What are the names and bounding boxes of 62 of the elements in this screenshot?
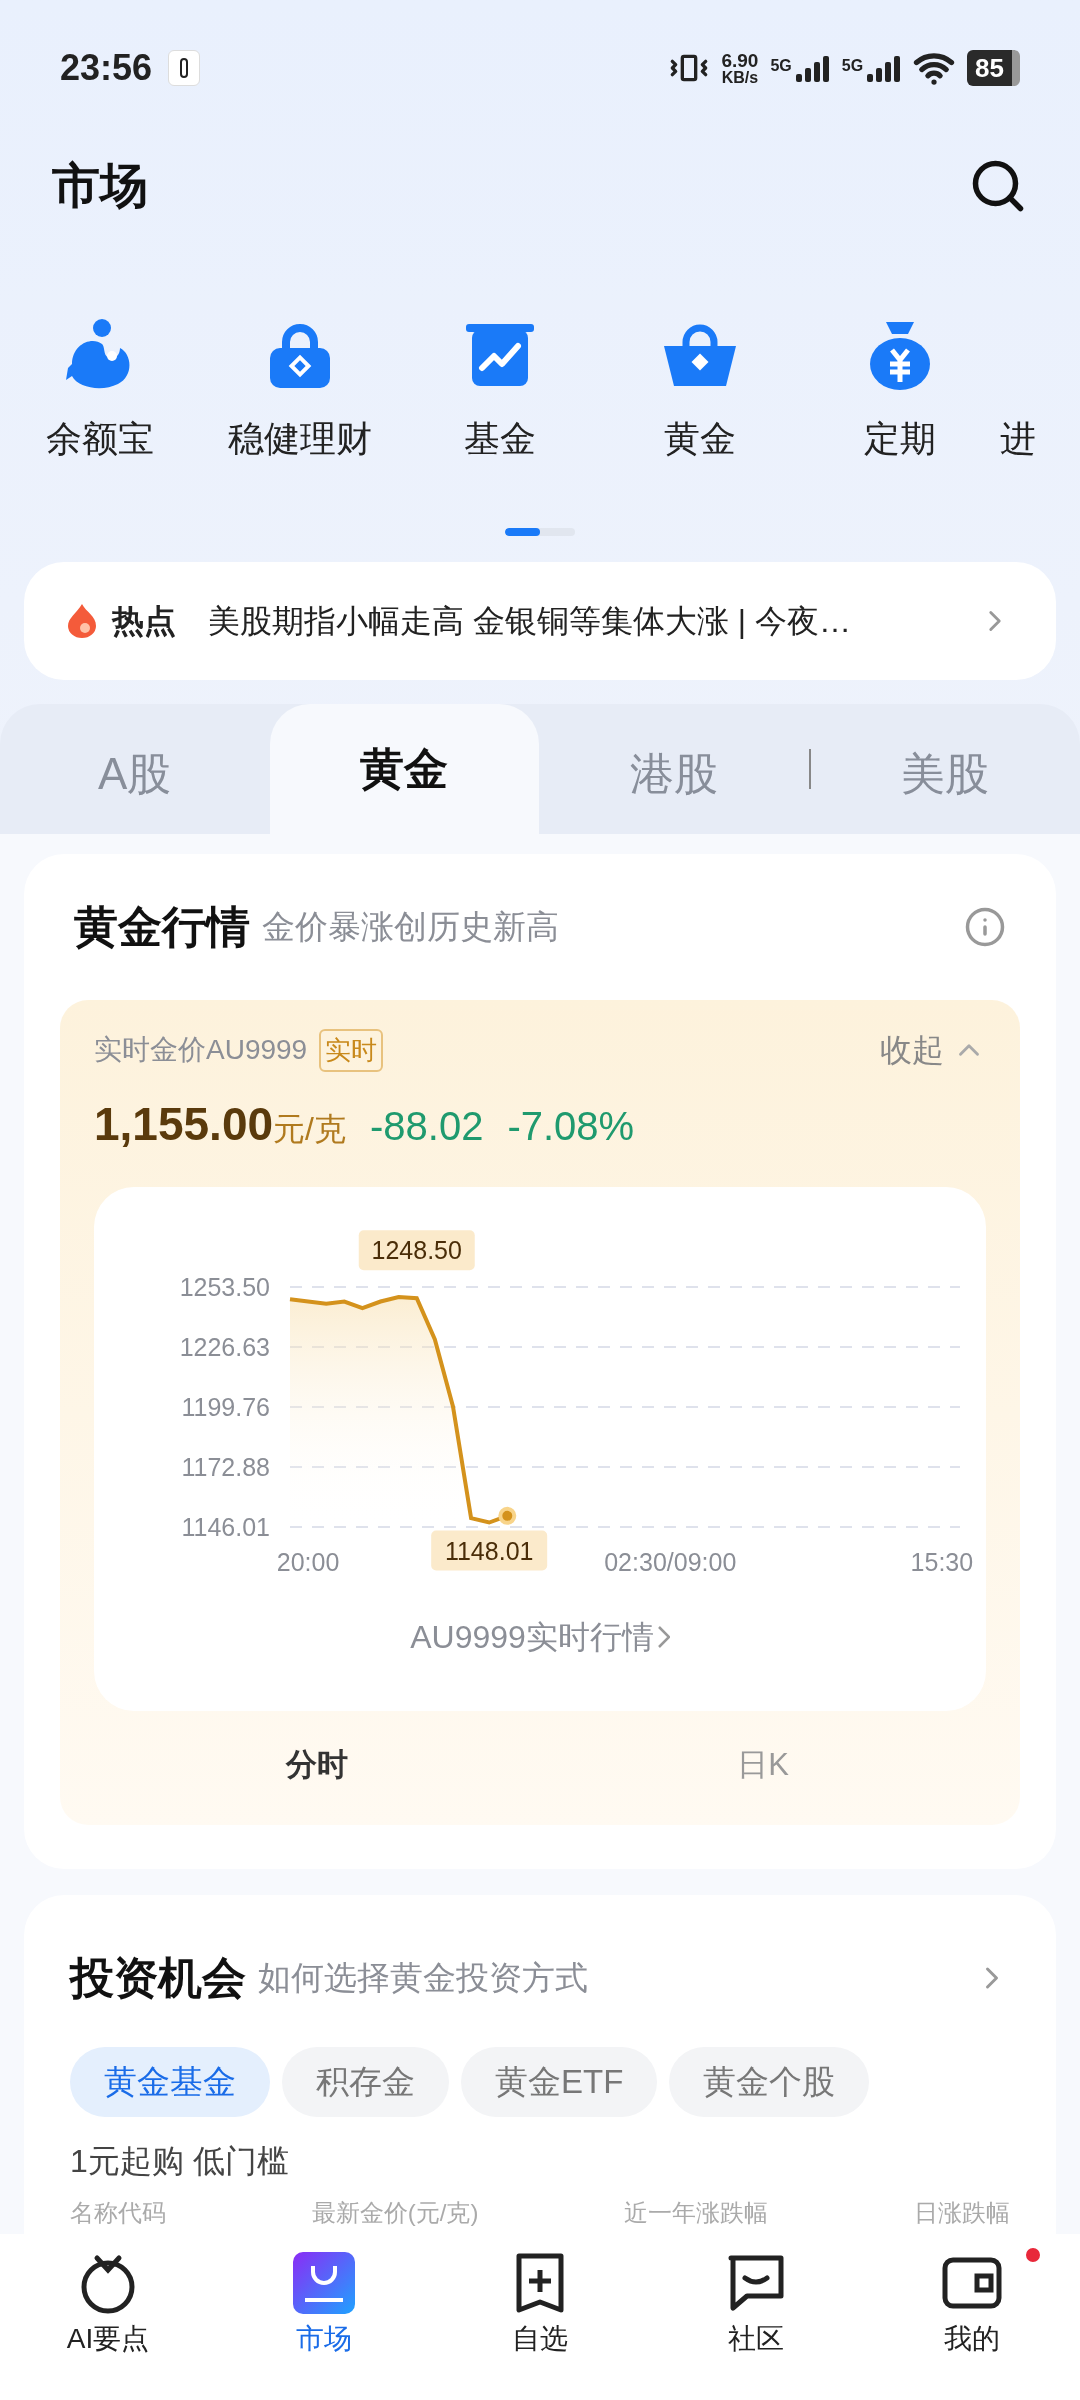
battery-indicator: 85	[967, 50, 1020, 86]
annotation: 1148.01	[444, 1536, 534, 1565]
card-subtitle: 金价暴涨创历史新高	[262, 907, 560, 948]
clock-time: 23:56	[60, 46, 153, 90]
network-type: 5G	[770, 56, 792, 76]
filter-chip[interactable]: 黄金ETF	[461, 2047, 658, 2117]
chart-tab[interactable]: 分时	[94, 1725, 540, 1805]
market-icon	[293, 2252, 355, 2314]
shortcut-item[interactable]: 进	[1000, 316, 1040, 496]
price-callout: 1148.01	[431, 1530, 548, 1571]
price-callout: 1248.50	[358, 1230, 475, 1271]
shortcut-item[interactable]: 余额宝	[0, 316, 200, 496]
price-unit: 元/克	[273, 1110, 346, 1149]
filter-chip[interactable]: 积存金	[282, 2047, 449, 2117]
nav-tab[interactable]: 自选	[432, 2252, 648, 2360]
hot-headline: 美股期指小幅走高 金银铜等集体大涨 | 今夜…	[208, 602, 852, 641]
tagline: 1元起购 低门槛	[70, 2142, 290, 2181]
x-axis-label: 02:30/09:00	[604, 1548, 737, 1576]
info-icon[interactable]	[964, 906, 1006, 948]
page-title: 市场	[52, 158, 148, 214]
filter-chip[interactable]: 黄金基金	[70, 2047, 270, 2117]
column-header: 日涨跌幅	[914, 2198, 1010, 2228]
price: 1,155.00	[94, 1097, 274, 1152]
signal-icon	[795, 54, 830, 82]
nav-tab[interactable]: 社区	[648, 2252, 864, 2360]
y-axis-label: 1226.63	[179, 1333, 270, 1361]
y-axis-label: 1146.01	[181, 1513, 270, 1541]
x-axis-label: 20:00	[276, 1548, 340, 1576]
card-title: 黄金行情	[74, 901, 250, 953]
network-speed: 6.90 KB/s	[721, 50, 759, 86]
current-price-dot	[498, 1506, 517, 1525]
shortcut-item[interactable]: 稳健理财	[200, 316, 400, 496]
shortcut-item[interactable]: 定期	[800, 316, 1000, 496]
network-type: 5G	[841, 56, 864, 76]
nav-tab[interactable]: 我的	[864, 2252, 1080, 2360]
page-indicator	[505, 528, 575, 536]
card-subtitle: 如何选择黄金投资方式	[258, 1958, 589, 1999]
card-title: 投资机会	[70, 1952, 246, 2004]
market-tab[interactable]: 黄金	[269, 704, 539, 834]
hot-news-bar[interactable]: 热点 美股期指小幅走高 金银铜等集体大涨 | 今夜…	[24, 562, 1056, 680]
column-header: 名称代码	[70, 2198, 166, 2228]
chevron-right-icon	[657, 1626, 670, 1648]
hot-tag: 热点	[112, 597, 176, 645]
y-axis-label: 1172.88	[181, 1453, 270, 1481]
column-header: 最新金价(元/克)	[311, 2198, 479, 2228]
signal-icon	[867, 54, 902, 82]
nav-tab[interactable]: 市场	[216, 2252, 432, 2360]
y-axis-label: 1199.76	[181, 1393, 270, 1421]
price-change-percent: -7.08%	[507, 1103, 635, 1150]
flame-icon	[68, 604, 96, 638]
y-axis-label: 1253.50	[179, 1273, 270, 1301]
nav-tab[interactable]: AI要点	[0, 2252, 216, 2360]
column-header: 近一年涨跌幅	[624, 2198, 769, 2228]
annotation: 1248.50	[371, 1236, 462, 1265]
filter-chip[interactable]: 黄金个股	[669, 2047, 870, 2117]
shortcut-item[interactable]: 黄金	[600, 316, 800, 496]
shortcut-item[interactable]: 基金	[400, 316, 600, 496]
x-axis-label: 15:30	[910, 1548, 974, 1576]
live-badge: 实时	[319, 1028, 384, 1072]
notification-icon	[168, 50, 201, 86]
quote-name: 实时金价AU9999	[94, 1033, 308, 1067]
price-change: -88.02	[369, 1103, 484, 1150]
